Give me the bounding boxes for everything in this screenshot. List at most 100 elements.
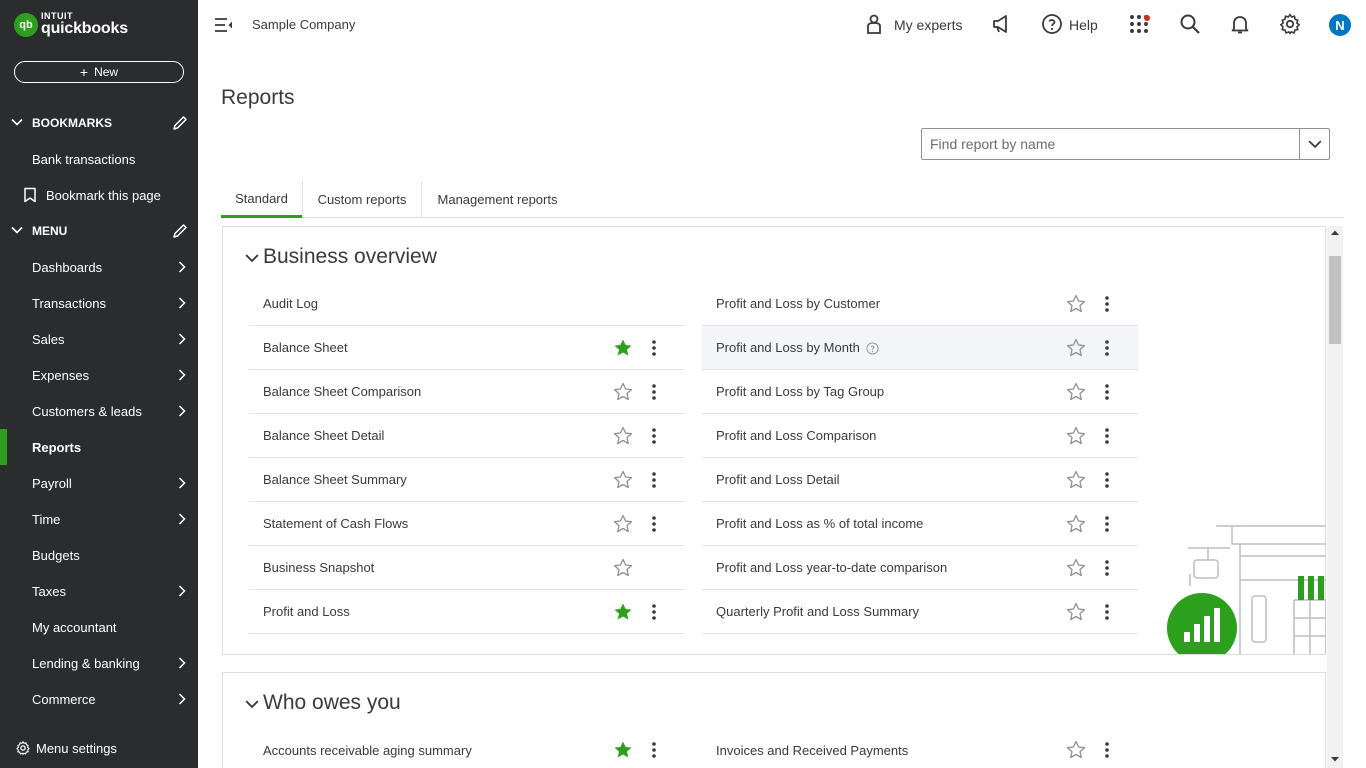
star-filled-icon[interactable] <box>613 338 633 358</box>
report-name[interactable]: Profit and Loss by Tag Group <box>716 384 884 399</box>
menu-settings-button[interactable]: Menu settings <box>0 730 198 766</box>
sidebar-item-lending-banking[interactable]: Lending & banking <box>0 645 198 681</box>
report-name[interactable]: Audit Log <box>263 296 318 311</box>
megaphone-icon[interactable] <box>990 12 1014 36</box>
more-options-icon[interactable] <box>1104 339 1110 357</box>
report-row-quarterly-pl-summary[interactable]: Quarterly Profit and Loss Summary <box>702 590 1138 634</box>
more-options-icon[interactable] <box>651 741 657 759</box>
my-experts-icon[interactable] <box>862 12 886 36</box>
sidebar-item-customers-leads[interactable]: Customers & leads <box>0 393 198 429</box>
report-name[interactable]: Profit and Loss year-to-date comparison <box>716 560 947 575</box>
more-options-icon[interactable] <box>1104 295 1110 313</box>
collapse-menu-icon[interactable] <box>214 16 234 34</box>
report-row-pl-by-customer[interactable]: Profit and Loss by Customer <box>702 282 1138 326</box>
star-outline-icon[interactable] <box>1066 294 1086 314</box>
report-name[interactable]: Profit and Loss as % of total income <box>716 516 923 531</box>
sidebar-item-my-accountant[interactable]: My accountant <box>0 609 198 645</box>
star-outline-icon[interactable] <box>1066 558 1086 578</box>
scroll-down-arrow-icon[interactable] <box>1330 754 1340 764</box>
bell-icon[interactable] <box>1228 12 1252 36</box>
more-options-icon[interactable] <box>651 471 657 489</box>
settings-gear-icon[interactable] <box>1278 12 1302 36</box>
report-row-balance-sheet-summary[interactable]: Balance Sheet Summary <box>249 458 685 502</box>
chevron-down-icon[interactable] <box>245 697 259 711</box>
more-options-icon[interactable] <box>1104 515 1110 533</box>
help-label[interactable]: Help <box>1069 17 1098 33</box>
report-name[interactable]: Quarterly Profit and Loss Summary <box>716 604 919 619</box>
quickbooks-logo[interactable]: qb INTUIT quickbooks <box>14 12 128 37</box>
report-row-balance-sheet-comparison[interactable]: Balance Sheet Comparison <box>249 370 685 414</box>
report-row-pl-comparison[interactable]: Profit and Loss Comparison <box>702 414 1138 458</box>
star-outline-icon[interactable] <box>1066 602 1086 622</box>
more-options-icon[interactable] <box>1104 383 1110 401</box>
scrollbar-thumb[interactable] <box>1329 256 1341 344</box>
section-title[interactable]: Business overview <box>263 245 437 269</box>
star-outline-icon[interactable] <box>613 470 633 490</box>
more-options-icon[interactable] <box>1104 603 1110 621</box>
report-row-balance-sheet-detail[interactable]: Balance Sheet Detail <box>249 414 685 458</box>
star-outline-icon[interactable] <box>1066 382 1086 402</box>
star-outline-icon[interactable] <box>613 514 633 534</box>
new-button[interactable]: + New <box>14 61 184 83</box>
star-filled-icon[interactable] <box>613 602 633 622</box>
pencil-icon[interactable] <box>172 115 188 131</box>
star-outline-icon[interactable] <box>613 558 633 578</box>
star-outline-icon[interactable] <box>613 426 633 446</box>
my-experts-label[interactable]: My experts <box>894 17 962 33</box>
menu-section-header[interactable]: MENU <box>0 213 198 249</box>
sidebar-item-bookmark-this-page[interactable]: Bookmark this page <box>0 177 198 213</box>
sidebar-item-expenses[interactable]: Expenses <box>0 357 198 393</box>
report-name[interactable]: Accounts receivable aging summary <box>263 743 472 758</box>
sidebar-item-reports[interactable]: Reports <box>0 429 198 465</box>
report-name[interactable]: Profit and Loss Detail <box>716 472 840 487</box>
info-help-icon[interactable] <box>866 342 879 355</box>
search-dropdown-button[interactable] <box>1299 129 1329 159</box>
report-name[interactable]: Balance Sheet Comparison <box>263 384 421 399</box>
more-options-icon[interactable] <box>1104 427 1110 445</box>
more-options-icon[interactable] <box>1104 559 1110 577</box>
more-options-icon[interactable] <box>651 603 657 621</box>
report-row-ar-aging-summary[interactable]: Accounts receivable aging summary <box>249 728 685 768</box>
scroll-up-arrow-icon[interactable] <box>1330 228 1340 238</box>
pencil-icon[interactable] <box>172 223 188 239</box>
more-options-icon[interactable] <box>651 339 657 357</box>
star-filled-icon[interactable] <box>613 740 633 760</box>
report-row-pl-detail[interactable]: Profit and Loss Detail <box>702 458 1138 502</box>
help-icon[interactable] <box>1040 12 1064 36</box>
report-name[interactable]: Statement of Cash Flows <box>263 516 408 531</box>
tab-custom-reports[interactable]: Custom reports <box>303 181 421 218</box>
more-options-icon[interactable] <box>1104 741 1110 759</box>
report-name[interactable]: Profit and Loss by Customer <box>716 296 880 311</box>
sidebar-item-bank-transactions[interactable]: Bank transactions <box>0 141 198 177</box>
report-row-statement-of-cash-flows[interactable]: Statement of Cash Flows <box>249 502 685 546</box>
report-row-invoices-received-payments[interactable]: Invoices and Received Payments <box>702 728 1138 768</box>
report-name[interactable]: Profit and Loss Comparison <box>716 428 876 443</box>
star-outline-icon[interactable] <box>613 382 633 402</box>
tab-management-reports[interactable]: Management reports <box>422 181 573 218</box>
user-avatar[interactable]: N <box>1329 14 1351 36</box>
report-name[interactable]: Invoices and Received Payments <box>716 743 908 758</box>
more-options-icon[interactable] <box>651 515 657 533</box>
more-options-icon[interactable] <box>651 427 657 445</box>
report-name[interactable]: Business Snapshot <box>263 560 374 575</box>
report-name[interactable]: Balance Sheet Detail <box>263 428 384 443</box>
chevron-down-icon[interactable] <box>245 251 259 265</box>
star-outline-icon[interactable] <box>1066 426 1086 446</box>
report-name[interactable]: Profit and Loss <box>263 604 350 619</box>
report-row-audit-log[interactable]: Audit Log <box>249 282 685 326</box>
sidebar-item-transactions[interactable]: Transactions <box>0 285 198 321</box>
report-name[interactable]: Balance Sheet <box>263 340 348 355</box>
bookmarks-section-header[interactable]: BOOKMARKS <box>0 105 198 141</box>
search-icon[interactable] <box>1178 12 1202 36</box>
sidebar-item-budgets[interactable]: Budgets <box>0 537 198 573</box>
report-name-with-help[interactable]: Profit and Loss by Month <box>716 340 879 355</box>
report-row-business-snapshot[interactable]: Business Snapshot <box>249 546 685 590</box>
company-name[interactable]: Sample Company <box>252 17 355 32</box>
sidebar-item-taxes[interactable]: Taxes <box>0 573 198 609</box>
report-name[interactable]: Balance Sheet Summary <box>263 472 407 487</box>
star-outline-icon[interactable] <box>1066 470 1086 490</box>
tab-standard[interactable]: Standard <box>221 181 302 218</box>
star-outline-icon[interactable] <box>1066 740 1086 760</box>
sidebar-item-commerce[interactable]: Commerce <box>0 681 198 717</box>
report-name[interactable]: Profit and Loss by Month <box>716 340 860 355</box>
